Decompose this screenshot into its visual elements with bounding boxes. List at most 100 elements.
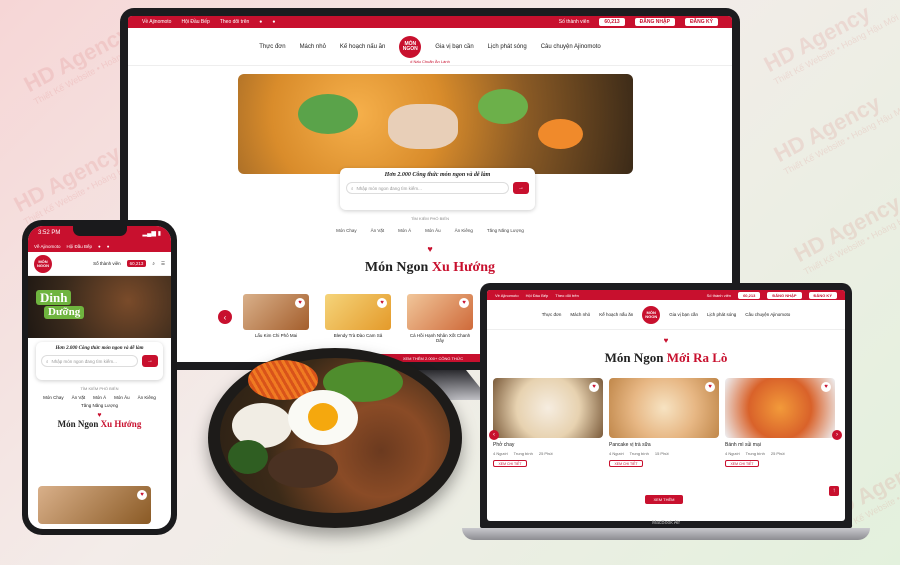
menu-icon[interactable]: ☰ [161,261,165,267]
topbar-link-about[interactable]: Về Ajinomoto [495,293,519,298]
nav-item-seasoning[interactable]: Gia vị bạn cần [435,44,473,50]
login-button[interactable]: ĐĂNG NHẬP [767,291,802,299]
site-logo[interactable]: MÓN NGON [399,35,422,58]
topbar-link-chefs[interactable]: Hội Đầu Bếp [181,19,209,25]
nav-item-story[interactable]: Câu chuyện Ajinomoto [745,312,790,317]
tag-snack[interactable]: Ăn Vặt [371,228,385,233]
tag-european[interactable]: Món Âu [114,395,130,400]
scroll-top-button[interactable]: ↑ [829,486,839,496]
cook-time: 15 Phút [654,451,669,456]
recipe-card[interactable]: ♥ Cá Hồi Hạnh Nhân Xốt Chanh Dây [407,294,473,343]
tag-diet[interactable]: Ăn Kiêng [455,228,473,233]
search-submit-button[interactable]: → [142,355,158,367]
recipe-image: ♥ [609,378,719,438]
watermark: HD AgencyThiết Kế Website • Hoàng Hậu Mớ… [769,90,900,177]
nav-item-schedule[interactable]: Lịch phát sóng [707,312,736,317]
recipe-card[interactable]: ♥ Bánh mì sủi mại 4 Người Trung bình 25 Ph… [725,378,835,467]
topbar-link-about[interactable]: Về Ajinomoto [34,244,61,249]
search-icon: ⌕ [351,185,354,191]
members-count: 60,213 [599,18,625,26]
bibimbap-bowl-image [208,348,462,528]
nav-item-meal-plan[interactable]: Kế hoạch nấu ăn [340,44,385,50]
carousel-prev-button[interactable]: ‹ [489,430,499,440]
tag-energy[interactable]: Tăng Năng Lượng [487,228,524,233]
register-button[interactable]: ĐĂNG KÝ [808,291,837,299]
tag-european[interactable]: Món Âu [425,228,441,233]
search-input[interactable]: ⌕ Nhập món ngon đang tìm kiếm... [346,182,509,194]
view-detail-button[interactable]: XEM CHI TIẾT [725,460,759,467]
recipe-card[interactable]: ♥ Phở chay 4 Người Trung bình 25 Phút XEM … [493,378,603,467]
watermark: HD AgencyThiết Kế Website • Hoàng Hậu Mớ… [759,0,900,87]
tag-asian[interactable]: Món Á [398,228,411,233]
nav-item-tips[interactable]: Mách nhỏ [570,312,590,317]
search-title: Hơn 2.000 Công thức món ngon và dễ làm [384,172,491,178]
recipe-image: ♥ [407,294,473,330]
heart-icon[interactable]: ♥ [705,382,715,392]
nav-item-schedule[interactable]: Lịch phát sóng [488,44,527,50]
mobile-hero-image: Dinh Dưỡng [28,276,171,338]
nav-item-menu[interactable]: Thực đơn [542,312,562,317]
youtube-icon[interactable]: ● [107,244,110,249]
tag-vegetarian[interactable]: Món Chay [336,228,357,233]
hero-banner-image [238,74,633,174]
view-detail-button[interactable]: XEM CHI TIẾT [609,460,643,467]
recipe-card[interactable]: ♥ Blendy Trà Đào Cam Sả [325,294,391,343]
search-icon[interactable]: ⌕ [152,261,155,266]
topbar-link-chefs[interactable]: Hội Đầu Bếp [526,293,549,298]
popular-search-label: TÌM KIẾM PHỔ BIẾN [80,386,119,391]
popular-tags: Món Chay Ăn Vặt Món Á Món Âu Ăn Kiêng Tă… [38,395,161,408]
members-count: 60,213 [126,260,147,267]
new-recipe-cards: ♥ Phở chay 4 Người Trung bình 25 Phút XEM … [493,378,835,467]
search-title: Hơn 2.000 Công thức món ngon và dễ làm [55,346,144,351]
facebook-icon[interactable]: ● [98,244,101,249]
heart-icon[interactable]: ♥ [821,382,831,392]
topbar-link-about[interactable]: Về Ajinomoto [142,19,171,25]
difficulty: Trung bình [513,451,533,456]
tag-asian[interactable]: Món Á [93,395,106,400]
facebook-icon[interactable]: ● [259,19,262,25]
mobile-screen: 3:52 PM ▂▄▆ ▮ Về Ajinomoto Hội Đầu Bếp ●… [28,226,171,529]
cook-time: 25 Phút [538,451,553,456]
topbar-link-chefs[interactable]: Hội Đầu Bếp [67,244,93,249]
section-heart-icon: ♥ [97,412,102,419]
laptop-main-nav: Thực đơn Mách nhỏ Kế hoạch nấu ăn MÓN NG… [487,300,845,330]
heart-icon[interactable]: ♥ [459,298,469,308]
tag-energy[interactable]: Tăng Năng Lượng [81,403,118,408]
site-logo[interactable]: MÓN NGON [34,254,52,273]
nav-item-story[interactable]: Câu chuyện Ajinomoto [541,44,601,50]
register-button[interactable]: ĐĂNG KÝ [684,18,718,26]
heart-icon[interactable]: ♥ [589,382,599,392]
search-submit-button[interactable]: → [513,182,529,194]
tag-diet[interactable]: Ăn Kiêng [138,395,156,400]
site-logo[interactable]: MÓN NGON [642,305,661,324]
login-button[interactable]: ĐĂNG NHẬP [634,18,675,26]
nav-item-seasoning[interactable]: Gia vị bạn cần [669,312,698,317]
hero-word-1: Dinh [36,290,72,305]
recipe-card[interactable]: ♥ Lẩu Kim Chi Phô Mai [243,294,309,343]
view-detail-button[interactable]: XEM CHI TIẾT [493,460,527,467]
recipe-image: ♥ [725,378,835,438]
nav-item-meal-plan[interactable]: Kế hoạch nấu ăn [599,312,633,317]
recipe-image: ♥ [325,294,391,330]
recipe-image[interactable]: ♥ [38,486,151,524]
mobile-phone: 3:52 PM ▂▄▆ ▮ Về Ajinomoto Hội Đầu Bếp ●… [22,220,177,535]
signal-icon: ▂▄▆ ▮ [142,230,161,237]
heart-icon[interactable]: ♥ [295,298,305,308]
topbar-follow: Theo dõi trên [555,292,579,298]
site-tagline: # Nấu Chuẩn Ăn Lành [410,59,450,64]
recipe-card[interactable]: ♥ Pancake vị trà sữa 4 Người Trung bình 15… [609,378,719,467]
tag-vegetarian[interactable]: Món Chay [43,395,64,400]
heart-icon[interactable]: ♥ [137,490,147,500]
mobile-search-card: Hơn 2.000 Công thức món ngon và dễ làm ⌕… [36,342,163,380]
nav-item-tips[interactable]: Mách nhỏ [300,44,326,50]
nav-item-menu[interactable]: Thực đơn [259,44,285,50]
mobile-topbar: Về Ajinomoto Hội Đầu Bếp ● ● [28,240,171,252]
tag-snack[interactable]: Ăn Vặt [72,395,86,400]
recipe-name: Phở chay [493,442,515,448]
carousel-next-button[interactable]: › [832,430,842,440]
heart-icon[interactable]: ♥ [377,298,387,308]
search-input[interactable]: ⌕ Nhập món ngon đang tìm kiếm... [41,355,138,367]
youtube-icon[interactable]: ● [272,19,275,25]
carousel-prev-button[interactable]: ‹ [218,310,232,324]
see-more-button[interactable]: XEM THÊM [645,495,683,504]
